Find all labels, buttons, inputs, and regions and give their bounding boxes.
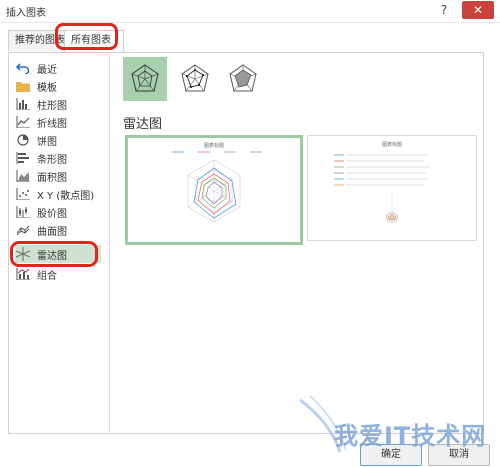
sidebar-item-label: 折线图 bbox=[37, 118, 67, 130]
radar-markers-subtype-icon bbox=[181, 64, 209, 92]
sidebar-item-label: 模板 bbox=[37, 82, 57, 94]
sidebar-item-bar[interactable]: 条形图 bbox=[15, 149, 101, 167]
sidebar-item-label: 条形图 bbox=[37, 154, 67, 166]
help-button[interactable]: ? bbox=[436, 2, 452, 18]
chart-type-sidebar: 最近 模板 柱形图 折线图 饼图 条形图 面积图 X Y (散点图) 股价图 曲… bbox=[9, 53, 110, 433]
bar-chart-icon bbox=[15, 151, 31, 165]
radar-highlight bbox=[10, 241, 98, 267]
tab-highlight bbox=[55, 23, 118, 50]
sidebar-item-scatter[interactable]: X Y (散点图) bbox=[15, 185, 101, 203]
sidebar-item-surface[interactable]: 曲面图 bbox=[15, 221, 101, 239]
dialog-footer: 确定 取消 bbox=[0, 440, 500, 467]
sidebar-item-column[interactable]: 柱形图 bbox=[15, 95, 101, 113]
column-chart-icon bbox=[15, 97, 31, 111]
sidebar-item-label: 柱形图 bbox=[37, 100, 67, 112]
subtype-filled-radar[interactable] bbox=[221, 57, 265, 101]
sidebar-item-recent[interactable]: 最近 bbox=[15, 59, 101, 77]
sidebar-item-combo[interactable]: 组合 bbox=[15, 265, 101, 283]
subtype-radar[interactable] bbox=[123, 57, 167, 101]
radar-legend-preview-drawing bbox=[334, 154, 430, 223]
radar-preview-drawing bbox=[172, 151, 262, 223]
sidebar-item-pie[interactable]: 饼图 bbox=[15, 131, 101, 149]
chart-preview-area: 雷达图 图表标题 图表标题 bbox=[117, 53, 483, 433]
sidebar-item-label: 最近 bbox=[37, 64, 57, 76]
sidebar-item-label: 组合 bbox=[37, 270, 57, 282]
sidebar-item-label: 饼图 bbox=[37, 136, 57, 148]
pie-chart-icon bbox=[15, 133, 31, 147]
sidebar-item-area[interactable]: 面积图 bbox=[15, 167, 101, 185]
stock-chart-icon bbox=[15, 205, 31, 219]
surface-chart-icon bbox=[15, 223, 31, 237]
dialog-title: 插入图表 bbox=[6, 8, 46, 19]
folder-icon bbox=[15, 79, 31, 93]
undo-icon bbox=[15, 61, 31, 75]
sidebar-item-label: 股价图 bbox=[37, 208, 67, 220]
line-chart-icon bbox=[15, 115, 31, 129]
title-bar: 插入图表 ? ✕ bbox=[0, 0, 500, 23]
combo-chart-icon bbox=[15, 267, 31, 281]
sidebar-item-line[interactable]: 折线图 bbox=[15, 113, 101, 131]
chart-preview-2[interactable]: 图表标题 bbox=[307, 135, 477, 241]
filled-radar-subtype-icon bbox=[229, 64, 257, 92]
section-title: 雷达图 bbox=[123, 117, 163, 132]
radar-subtype-icon bbox=[131, 64, 159, 92]
chart-preview-1[interactable]: 图表标题 bbox=[125, 135, 303, 245]
area-chart-icon bbox=[15, 169, 31, 183]
sidebar-item-templates[interactable]: 模板 bbox=[15, 77, 101, 95]
sidebar-item-label: X Y (散点图) bbox=[37, 190, 95, 202]
insert-chart-dialog: 插入图表 ? ✕ 推荐的图表 所有图表 最近 模板 柱形图 折线图 饼图 条形图… bbox=[0, 0, 500, 467]
scatter-chart-icon bbox=[15, 187, 31, 201]
cancel-button[interactable]: 取消 bbox=[428, 444, 490, 466]
subtype-radar-markers[interactable] bbox=[173, 57, 217, 101]
sidebar-item-label: 面积图 bbox=[37, 172, 67, 184]
close-button[interactable]: ✕ bbox=[462, 1, 494, 19]
content-panel: 最近 模板 柱形图 折线图 饼图 条形图 面积图 X Y (散点图) 股价图 曲… bbox=[8, 52, 484, 434]
sidebar-item-stock[interactable]: 股价图 bbox=[15, 203, 101, 221]
ok-button[interactable]: 确定 bbox=[360, 444, 422, 466]
sidebar-item-label: 曲面图 bbox=[37, 226, 67, 238]
